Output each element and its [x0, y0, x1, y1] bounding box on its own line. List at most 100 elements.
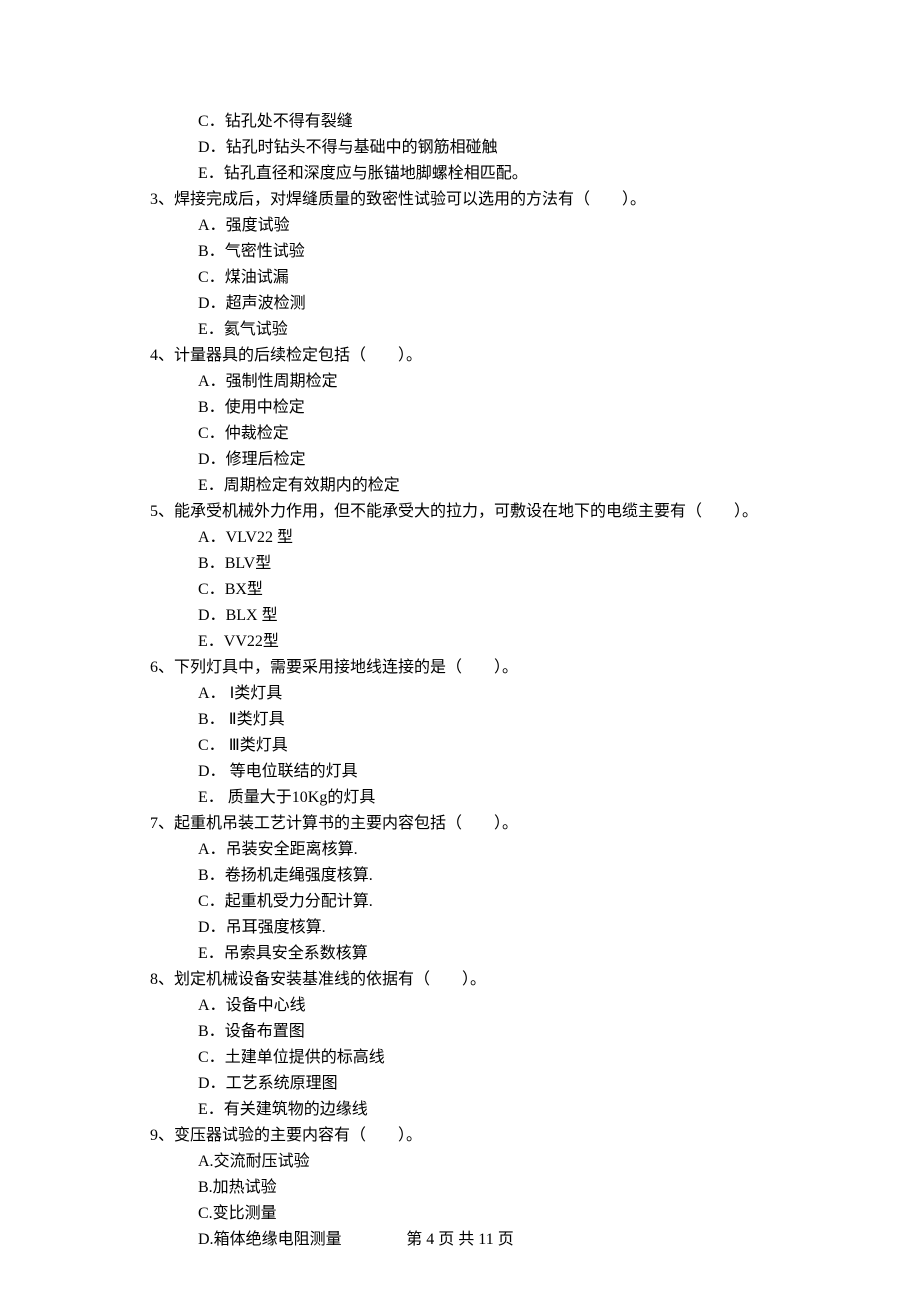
question-text: 变压器试验的主要内容有（ ）。 [174, 1127, 422, 1144]
question-option: B．设备布置图 [150, 1020, 800, 1044]
option-text: 变比测量 [213, 1205, 277, 1222]
question-option: A.交流耐压试验 [150, 1150, 800, 1174]
option-label: A. [198, 1153, 214, 1170]
option-label: D． [198, 763, 226, 780]
question-number: 4、 [150, 347, 174, 364]
question-option: A．吊装安全距离核算. [150, 838, 800, 862]
question-stem: 8、划定机械设备安装基准线的依据有（ ）。 [150, 968, 800, 992]
question-option: E．有关建筑物的边缘线 [150, 1098, 800, 1122]
option-label: C． [198, 113, 225, 130]
question-option: C.变比测量 [150, 1202, 800, 1226]
option-text: 钻孔处不得有裂缝 [225, 113, 353, 130]
question-option: D．修理后检定 [150, 448, 800, 472]
option-text: 煤油试漏 [225, 269, 289, 286]
question-option: A．设备中心线 [150, 994, 800, 1018]
option-text: 等电位联结的灯具 [226, 763, 358, 780]
question-text: 下列灯具中，需要采用接地线连接的是（ ）。 [174, 659, 518, 676]
question-option: B．气密性试验 [150, 240, 800, 264]
question-stem: 6、下列灯具中，需要采用接地线连接的是（ ）。 [150, 656, 800, 680]
option-label: C． [198, 893, 225, 910]
option-label: D． [198, 451, 226, 468]
option-label: A． [198, 217, 226, 234]
question-option: A．强度试验 [150, 214, 800, 238]
option-text: 使用中检定 [225, 399, 305, 416]
question-stem: 3、焊接完成后，对焊缝质量的致密性试验可以选用的方法有（ ）。 [150, 188, 800, 212]
option-label: D． [198, 139, 226, 156]
option-label: E． [198, 165, 224, 182]
question-text: 计量器具的后续检定包括（ ）。 [174, 347, 422, 364]
question-stem: 9、变压器试验的主要内容有（ ）。 [150, 1124, 800, 1148]
question-stem: 4、计量器具的后续检定包括（ ）。 [150, 344, 800, 368]
option-label: C． [198, 1049, 225, 1066]
option-text: 吊索具安全系数核算 [224, 945, 368, 962]
option-label: D． [198, 919, 226, 936]
option-label: B. [198, 1179, 213, 1196]
question-text: 起重机吊装工艺计算书的主要内容包括（ ）。 [174, 815, 518, 832]
question-text: 能承受机械外力作用，但不能承受大的拉力，可敷设在地下的电缆主要有（ ）。 [174, 503, 758, 520]
option-label: E． [198, 321, 224, 338]
question-option: A．VLV22 型 [150, 526, 800, 550]
option-text: 加热试验 [213, 1179, 277, 1196]
option-text: 交流耐压试验 [214, 1153, 310, 1170]
option-label: A． [198, 997, 226, 1014]
question-option: E． 质量大于10Kg的灯具 [150, 786, 800, 810]
question-option: A．强制性周期检定 [150, 370, 800, 394]
question-number: 3、 [150, 191, 174, 208]
question-number: 6、 [150, 659, 174, 676]
question-option: E．VV22型 [150, 630, 800, 654]
question-number: 5、 [150, 503, 174, 520]
option-label: C． [198, 581, 225, 598]
question-option: B．BLV型 [150, 552, 800, 576]
option-text: 仲裁检定 [225, 425, 289, 442]
option-label: E． [198, 789, 224, 806]
question-text: 焊接完成后，对焊缝质量的致密性试验可以选用的方法有（ ）。 [174, 191, 646, 208]
option-label: B． [198, 555, 225, 572]
prefix-option: E．钻孔直径和深度应与胀锚地脚螺栓相匹配。 [150, 162, 800, 186]
option-label: C． [198, 425, 225, 442]
document-page: C．钻孔处不得有裂缝D．钻孔时钻头不得与基础中的钢筋相碰触E．钻孔直径和深度应与… [0, 0, 920, 1302]
option-label: E． [198, 477, 224, 494]
question-option: D．吊耳强度核算. [150, 916, 800, 940]
content-body: C．钻孔处不得有裂缝D．钻孔时钻头不得与基础中的钢筋相碰触E．钻孔直径和深度应与… [150, 110, 800, 1252]
option-label: D． [198, 1075, 226, 1092]
question-option: C．仲裁检定 [150, 422, 800, 446]
question-option: A． Ⅰ类灯具 [150, 682, 800, 706]
prefix-option: D．钻孔时钻头不得与基础中的钢筋相碰触 [150, 136, 800, 160]
question-stem: 5、能承受机械外力作用，但不能承受大的拉力，可敷设在地下的电缆主要有（ ）。 [150, 500, 800, 524]
question-option: C．煤油试漏 [150, 266, 800, 290]
question-option: E．周期检定有效期内的检定 [150, 474, 800, 498]
prefix-option: C．钻孔处不得有裂缝 [150, 110, 800, 134]
option-text: 周期检定有效期内的检定 [224, 477, 400, 494]
question-text: 划定机械设备安装基准线的依据有（ ）。 [174, 971, 486, 988]
page-footer: 第 4 页 共 11 页 [0, 1228, 920, 1252]
option-text: 吊装安全距离核算. [226, 841, 358, 858]
option-text: 钻孔时钻头不得与基础中的钢筋相碰触 [226, 139, 498, 156]
option-text: 有关建筑物的边缘线 [224, 1101, 368, 1118]
option-text: Ⅱ类灯具 [225, 711, 285, 728]
option-text: 强度试验 [226, 217, 290, 234]
question-number: 8、 [150, 971, 174, 988]
option-label: C． [198, 269, 225, 286]
option-label: B． [198, 711, 225, 728]
option-label: B． [198, 1023, 225, 1040]
option-text: 土建单位提供的标高线 [225, 1049, 385, 1066]
option-text: 工艺系统原理图 [226, 1075, 338, 1092]
question-option: B.加热试验 [150, 1176, 800, 1200]
option-text: 质量大于10Kg的灯具 [224, 789, 376, 806]
question-option: C．起重机受力分配计算. [150, 890, 800, 914]
question-number: 7、 [150, 815, 174, 832]
option-text: 超声波检测 [226, 295, 306, 312]
option-label: D． [198, 295, 226, 312]
option-text: 吊耳强度核算. [226, 919, 326, 936]
question-option: C．土建单位提供的标高线 [150, 1046, 800, 1070]
option-text: BLX 型 [226, 607, 278, 624]
question-option: E．氦气试验 [150, 318, 800, 342]
option-label: E． [198, 1101, 224, 1118]
option-text: BX型 [225, 581, 263, 598]
option-text: 卷扬机走绳强度核算. [225, 867, 373, 884]
option-label: B． [198, 243, 225, 260]
question-option: D．BLX 型 [150, 604, 800, 628]
option-label: E． [198, 945, 224, 962]
question-number: 9、 [150, 1127, 174, 1144]
question-option: C． Ⅲ类灯具 [150, 734, 800, 758]
